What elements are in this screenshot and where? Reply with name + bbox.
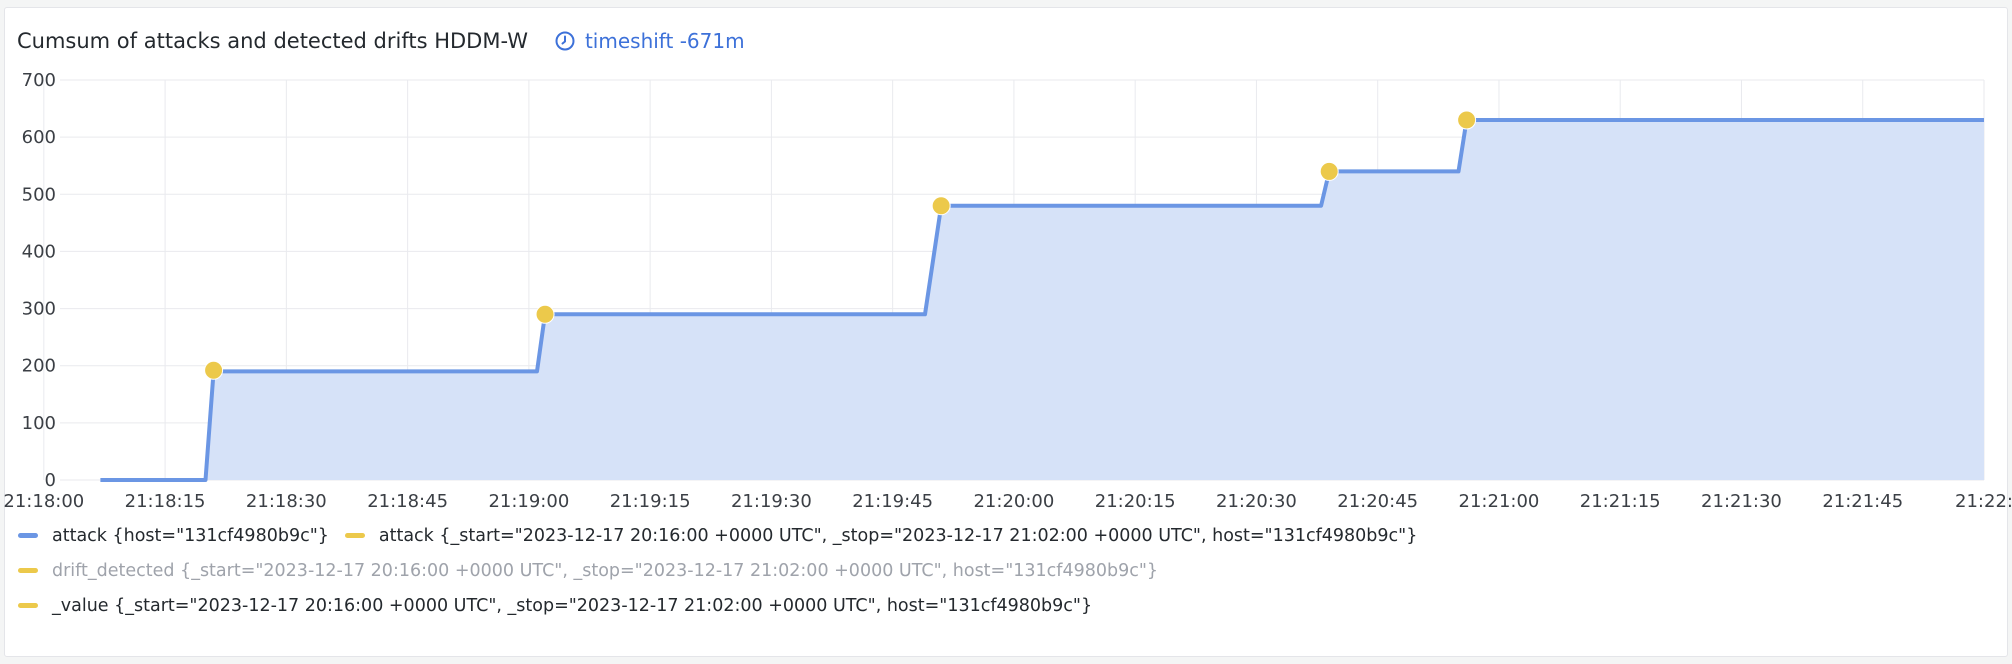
y-tick-label: 600 bbox=[22, 127, 56, 148]
legend-label: drift_detected {_start="2023-12-17 20:16… bbox=[52, 560, 1159, 581]
y-tick-label: 300 bbox=[22, 299, 56, 320]
x-tick-label: 21:19:30 bbox=[731, 491, 812, 512]
x-tick-label: 21:20:15 bbox=[1095, 491, 1176, 512]
x-tick-label: 21:20:30 bbox=[1216, 491, 1297, 512]
y-tick-label: 700 bbox=[22, 70, 56, 91]
y-tick-label: 200 bbox=[22, 356, 56, 377]
legend-swatch bbox=[344, 533, 365, 538]
legend-item[interactable]: attack {_start="2023-12-17 20:16:00 +000… bbox=[344, 525, 1418, 546]
drift-point bbox=[931, 196, 951, 216]
legend-row: attack {host="131cf4980b9c"} attack {_sta… bbox=[18, 518, 1433, 553]
drift-point bbox=[204, 360, 224, 380]
chart-legend: attack {host="131cf4980b9c"} attack {_sta… bbox=[18, 518, 1433, 623]
x-tick-label: 21:21:45 bbox=[1822, 491, 1903, 512]
legend-swatch bbox=[18, 533, 38, 538]
y-tick-label: 100 bbox=[22, 413, 56, 434]
drift-point bbox=[535, 304, 555, 324]
x-tick-label: 21:21:15 bbox=[1580, 491, 1661, 512]
x-tick-label: 21:19:00 bbox=[488, 491, 569, 512]
legend-swatch bbox=[18, 603, 38, 608]
y-tick-label: 500 bbox=[22, 184, 56, 205]
x-tick-label: 21:18:00 bbox=[3, 491, 84, 512]
x-tick-label: 21:19:45 bbox=[852, 491, 933, 512]
x-tick-label: 21:18:30 bbox=[246, 491, 327, 512]
drift-point bbox=[1319, 161, 1339, 181]
legend-row: drift_detected {_start="2023-12-17 20:16… bbox=[18, 553, 1433, 588]
x-tick-label: 21:20:45 bbox=[1337, 491, 1418, 512]
y-tick-label: 0 bbox=[45, 470, 56, 491]
x-tick-label: 21:21:00 bbox=[1459, 491, 1540, 512]
x-tick-label: 21:18:15 bbox=[125, 491, 206, 512]
legend-item[interactable]: drift_detected {_start="2023-12-17 20:16… bbox=[18, 561, 1158, 581]
x-tick-label: 21:19:15 bbox=[610, 491, 691, 512]
x-tick-label: 21:22: bbox=[1955, 491, 2012, 512]
legend-row: _value {_start="2023-12-17 20:16:00 +000… bbox=[18, 588, 1433, 623]
x-tick-label: 21:18:45 bbox=[367, 491, 448, 512]
drift-point bbox=[1457, 110, 1477, 130]
legend-item[interactable]: attack {host="131cf4980b9c"} bbox=[18, 526, 329, 546]
attack-area-fill bbox=[100, 120, 1984, 480]
legend-label: _value {_start="2023-12-17 20:16:00 +000… bbox=[52, 595, 1093, 616]
legend-swatch bbox=[18, 568, 38, 573]
y-tick-label: 400 bbox=[22, 241, 56, 262]
x-tick-label: 21:21:30 bbox=[1701, 491, 1782, 512]
legend-label: attack {host="131cf4980b9c"} bbox=[52, 525, 329, 546]
legend-label: attack {_start="2023-12-17 20:16:00 +000… bbox=[378, 525, 1418, 546]
x-tick-label: 21:20:00 bbox=[973, 491, 1054, 512]
legend-item[interactable]: _value {_start="2023-12-17 20:16:00 +000… bbox=[18, 596, 1092, 616]
